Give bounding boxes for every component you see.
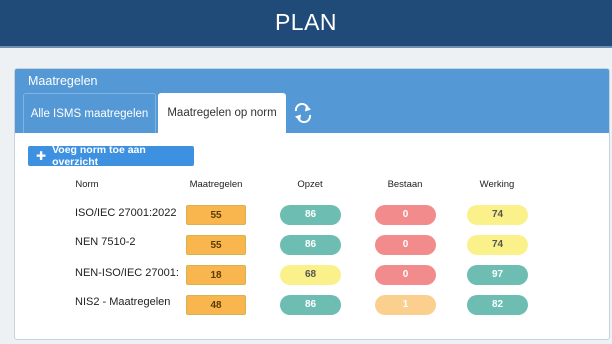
page-title: PLAN [274,9,338,35]
column-header-maatregelen: Maatregelen [189,179,243,190]
norm-name: ISO/IEC 27001:2022 [75,207,177,219]
bestaan-score-pill[interactable]: 1 [375,295,436,315]
norm-name: NEN 7510-2 [75,236,136,248]
column-header-werking: Werking [479,179,515,190]
norm-name: NIS2 - Maatregelen [75,296,171,308]
maatregelen-panel: Maatregelen Alle ISMS maatregelen Maatre… [14,68,610,340]
opzet-score-pill[interactable]: 68 [280,265,341,285]
werking-score-pill[interactable]: 97 [467,265,528,285]
maatregelen-count-cell[interactable]: 55 [186,205,246,225]
column-header-norm: Norm [75,179,99,190]
add-norm-button[interactable]: ✚ Voeg norm toe aan overzicht [28,144,194,168]
werking-score-pill[interactable]: 74 [467,205,528,225]
maatregelen-count-cell[interactable]: 18 [186,265,246,285]
swap-arrows-icon[interactable] [293,103,313,123]
plus-icon: ✚ [36,149,47,163]
tab-maatregelen-op-norm[interactable]: Maatregelen op norm [158,93,286,133]
bestaan-score-pill[interactable]: 0 [375,235,436,255]
tab-alle-isms-maatregelen[interactable]: Alle ISMS maatregelen [23,93,156,133]
opzet-score-pill[interactable]: 86 [280,235,341,255]
panel-header: Maatregelen Alle ISMS maatregelen Maatre… [15,69,609,133]
top-header: PLAN [0,0,612,48]
norm-name: NEN-ISO/IEC 27001: [75,267,179,279]
bestaan-score-pill[interactable]: 0 [375,205,436,225]
column-header-bestaan: Bestaan [387,179,423,190]
opzet-score-pill[interactable]: 86 [280,205,341,225]
werking-score-pill[interactable]: 74 [467,235,528,255]
opzet-score-pill[interactable]: 86 [280,295,341,315]
column-header-opzet: Opzet [297,179,323,190]
bestaan-score-pill[interactable]: 0 [375,265,436,285]
maatregelen-count-cell[interactable]: 55 [186,235,246,255]
werking-score-pill[interactable]: 82 [467,295,528,315]
add-norm-label: Voeg norm toe aan overzicht [52,144,146,168]
maatregelen-count-cell[interactable]: 48 [186,295,246,315]
panel-title: Maatregelen [28,74,98,88]
